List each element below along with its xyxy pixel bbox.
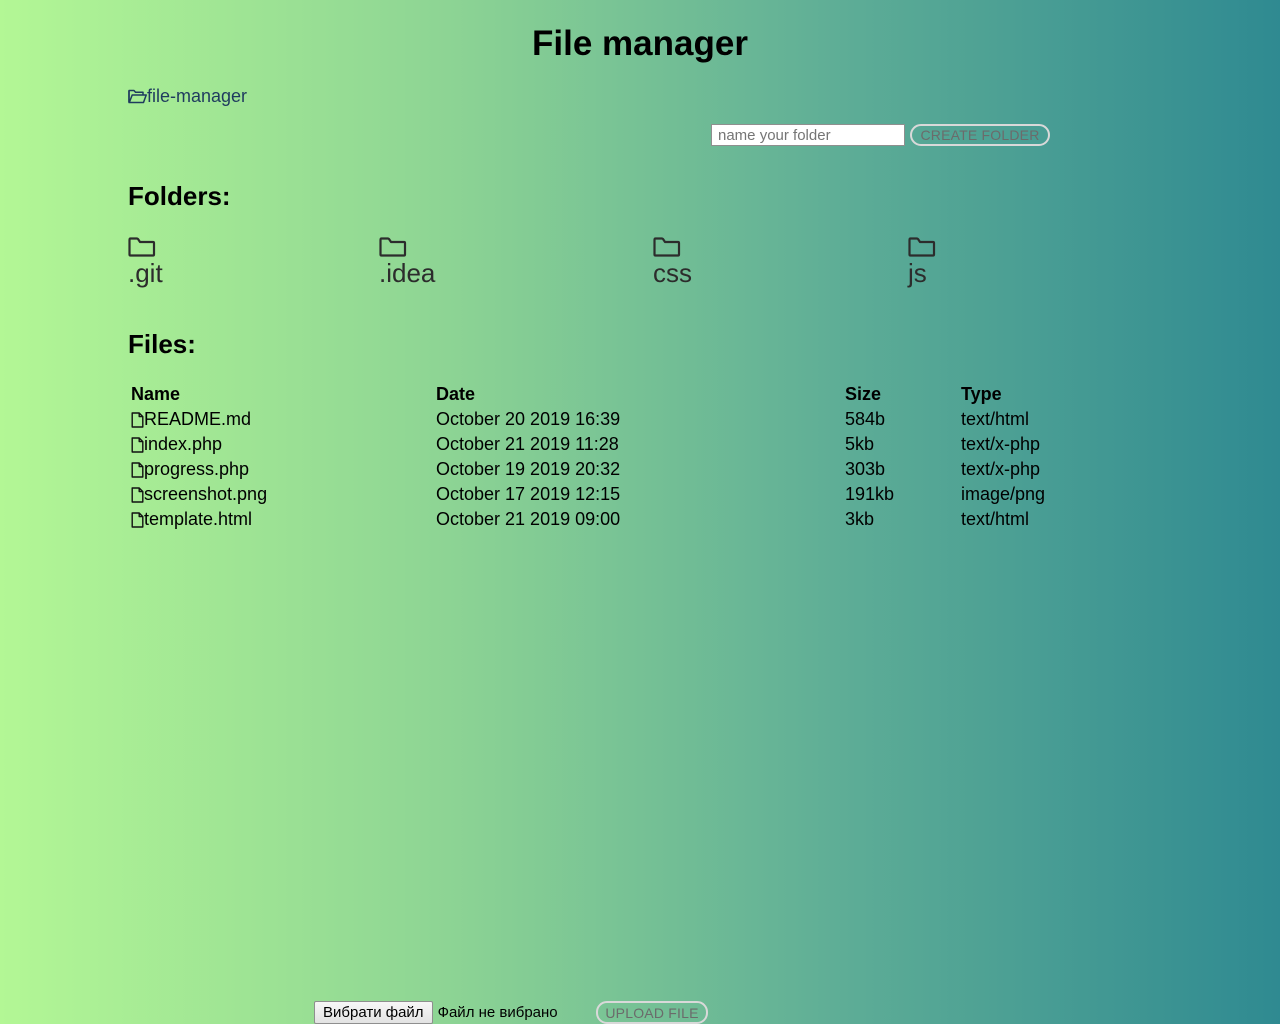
file-type: text/html xyxy=(961,509,1030,529)
file-size: 5kb xyxy=(845,434,875,454)
file-size: 3kb xyxy=(845,509,875,529)
no-file-selected-text: Файл не вибрано xyxy=(437,1004,558,1021)
file-size: 303b xyxy=(845,459,886,479)
table-row: index.php October 21 2019 11:28 5kb text… xyxy=(128,432,1050,457)
folder-icon xyxy=(379,237,435,257)
breadcrumb[interactable]: file-manager xyxy=(128,86,247,107)
file-name[interactable]: index.php xyxy=(144,434,222,455)
file-name-cell: index.php xyxy=(128,432,433,457)
file-type: text/html xyxy=(961,409,1030,429)
column-header-date: Date xyxy=(436,384,476,404)
file-type: text/x-php xyxy=(961,459,1041,479)
folder-name-input[interactable] xyxy=(711,124,905,146)
page-title: File manager xyxy=(532,24,748,63)
upload-form: Вибрати файл Файл не вибрано xyxy=(314,1001,558,1024)
table-row: README.md October 20 2019 16:39 584b tex… xyxy=(128,407,1050,432)
table-row: screenshot.png October 17 2019 12:15 191… xyxy=(128,482,1050,507)
file-link[interactable]: progress.php xyxy=(131,459,430,480)
file-icon xyxy=(131,436,144,453)
file-name-cell: template.html xyxy=(128,507,433,532)
folder-item[interactable]: js xyxy=(908,237,936,288)
folders-heading: Folders: xyxy=(128,181,231,211)
table-row: progress.php October 19 2019 20:32 303b … xyxy=(128,457,1050,482)
file-name[interactable]: README.md xyxy=(144,409,251,430)
create-folder-form: CREATE FOLDER xyxy=(711,124,1050,146)
file-name-cell: README.md xyxy=(128,407,433,432)
folder-name[interactable]: .git xyxy=(128,258,163,288)
column-header-type: Type xyxy=(961,384,1002,404)
file-link[interactable]: screenshot.png xyxy=(131,484,430,505)
file-icon xyxy=(131,486,144,503)
file-icon xyxy=(131,411,144,428)
file-type: image/png xyxy=(961,484,1046,504)
folder-open-icon xyxy=(128,89,147,104)
file-size: 191kb xyxy=(845,484,895,504)
breadcrumb-label[interactable]: file-manager xyxy=(147,86,247,107)
file-date: October 19 2019 20:32 xyxy=(436,459,621,479)
column-header-name: Name xyxy=(131,384,181,404)
file-link[interactable]: template.html xyxy=(131,509,430,530)
folder-name[interactable]: .idea xyxy=(379,258,435,288)
file-link[interactable]: README.md xyxy=(131,409,430,430)
upload-file-button[interactable]: UPLOAD FILE xyxy=(596,1001,708,1024)
column-header-size: Size xyxy=(845,384,882,404)
file-date: October 21 2019 09:00 xyxy=(436,509,621,529)
file-type: text/x-php xyxy=(961,434,1041,454)
folder-icon xyxy=(908,237,936,257)
file-date: October 20 2019 16:39 xyxy=(436,409,621,429)
file-name[interactable]: progress.php xyxy=(144,459,249,480)
folder-item[interactable]: .idea xyxy=(379,237,435,288)
file-name-cell: progress.php xyxy=(128,457,433,482)
folder-item[interactable]: css xyxy=(653,237,692,288)
file-size: 584b xyxy=(845,409,886,429)
file-icon xyxy=(131,511,144,528)
folder-item[interactable]: .git xyxy=(128,237,163,288)
file-name[interactable]: template.html xyxy=(144,509,252,530)
create-folder-button[interactable]: CREATE FOLDER xyxy=(910,124,1050,146)
files-table: Name Date Size Type README.md October 20… xyxy=(128,382,1050,532)
file-icon xyxy=(131,461,144,478)
table-header-row: Name Date Size Type xyxy=(128,382,1050,407)
folder-icon xyxy=(653,237,692,257)
file-date: October 21 2019 11:28 xyxy=(436,434,619,454)
folder-name[interactable]: js xyxy=(908,258,936,288)
folder-icon xyxy=(128,237,163,257)
file-name-cell: screenshot.png xyxy=(128,482,433,507)
file-link[interactable]: index.php xyxy=(131,434,430,455)
folder-name[interactable]: css xyxy=(653,258,692,288)
choose-file-button[interactable]: Вибрати файл xyxy=(314,1001,433,1024)
table-row: template.html October 21 2019 09:00 3kb … xyxy=(128,507,1050,532)
file-date: October 17 2019 12:15 xyxy=(436,484,621,504)
files-heading: Files: xyxy=(128,329,196,359)
file-name[interactable]: screenshot.png xyxy=(144,484,267,505)
